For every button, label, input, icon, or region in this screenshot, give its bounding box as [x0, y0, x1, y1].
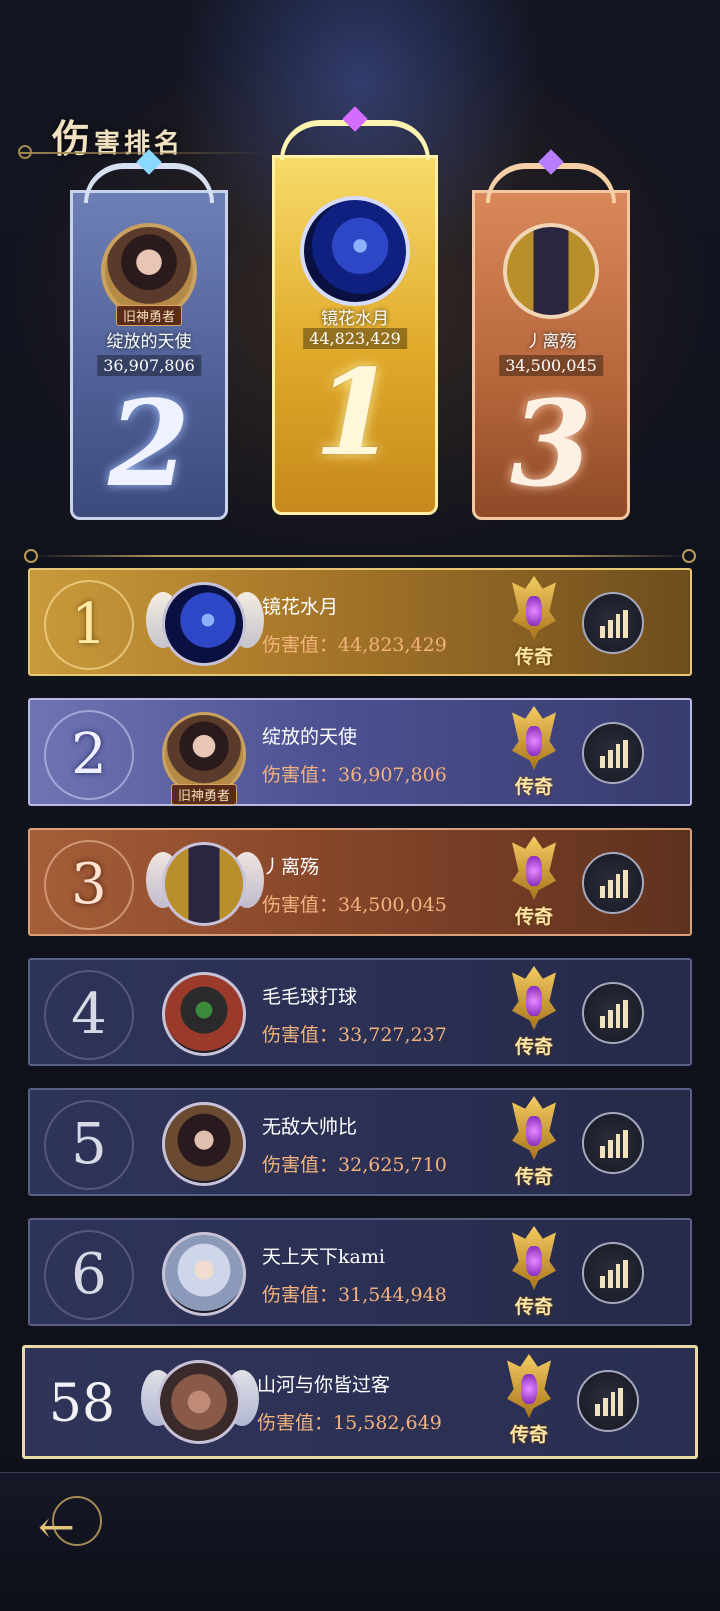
ranking-row[interactable]: 1 镜花水月 伤害值：44,823,429 传奇 — [28, 568, 692, 676]
rank-numeral: 3 — [509, 374, 593, 513]
tier-badge: 传奇 — [502, 966, 566, 1060]
player-score: 伤害值：34,500,045 — [262, 894, 447, 916]
tier-badge: 传奇 — [502, 706, 566, 800]
title-badge: 旧神勇者 — [115, 305, 183, 326]
player-name: 毛毛球打球 — [262, 986, 358, 1008]
stats-button[interactable] — [582, 982, 644, 1044]
player-name: 天上天下kami — [262, 1246, 385, 1268]
bar-chart-icon — [600, 1000, 628, 1028]
podium-third[interactable]: 丿离殇 34,500,045 3 — [472, 149, 630, 520]
rank-number: 1 — [44, 580, 134, 670]
stats-button[interactable] — [582, 1112, 644, 1174]
player-name: 丿离殇 — [262, 856, 320, 878]
rank-number: 2 — [44, 710, 134, 800]
avatar — [300, 196, 410, 306]
bar-chart-icon — [600, 1260, 628, 1288]
rank-number: 4 — [44, 970, 134, 1060]
avatar — [162, 972, 246, 1056]
player-name: 丿离殇 — [525, 332, 577, 352]
player-name: 山河与你皆过客 — [257, 1374, 391, 1396]
divider-ornament — [682, 549, 696, 563]
bar-chart-icon — [595, 1388, 623, 1416]
tier-badge: 传奇 — [502, 576, 566, 670]
avatar — [503, 223, 599, 319]
back-arrow-icon: ← — [38, 1502, 75, 1553]
player-name: 绽放的天使 — [262, 726, 358, 748]
my-ranking-row[interactable]: 58 山河与你皆过客 伤害值：15,582,649 传奇 — [22, 1345, 698, 1459]
player-score: 伤害值：33,727,237 — [262, 1024, 447, 1046]
bar-chart-icon — [600, 610, 628, 638]
tier-badge: 传奇 — [502, 836, 566, 930]
player-name: 绽放的天使 — [106, 332, 192, 352]
ranking-row[interactable]: 6 天上天下kami 伤害值：31,544,948 传奇 — [28, 1218, 692, 1326]
avatar — [162, 842, 246, 926]
player-score: 伤害值：44,823,429 — [262, 634, 447, 656]
podium-first[interactable]: 镜花水月 44,823,429 1 — [272, 106, 438, 515]
avatar — [157, 1360, 241, 1444]
avatar — [162, 1102, 246, 1186]
bar-chart-icon — [600, 870, 628, 898]
bar-chart-icon — [600, 1130, 628, 1158]
back-button[interactable]: ← — [38, 1490, 110, 1562]
bar-chart-icon — [600, 740, 628, 768]
ranking-row[interactable]: 2 旧神勇者 绽放的天使 伤害值：36,907,806 传奇 — [28, 698, 692, 806]
avatar — [162, 1232, 246, 1316]
ranking-row[interactable]: 4 毛毛球打球 伤害值：33,727,237 传奇 — [28, 958, 692, 1066]
player-score: 34,500,045 — [499, 355, 603, 376]
player-score: 伤害值：32,625,710 — [262, 1154, 447, 1176]
stats-button[interactable] — [582, 852, 644, 914]
rank-number: 58 — [48, 1374, 116, 1434]
ranking-row[interactable]: 3 丿离殇 伤害值：34,500,045 传奇 — [28, 828, 692, 936]
player-name: 无敌大帅比 — [262, 1116, 358, 1138]
tier-badge: 传奇 — [497, 1354, 561, 1448]
stats-button[interactable] — [582, 592, 644, 654]
rank-number: 5 — [44, 1100, 134, 1190]
page-title: 伤害排名 — [52, 116, 185, 161]
player-name: 镜花水月 — [262, 596, 339, 618]
rank-number: 6 — [44, 1230, 134, 1320]
title-badge: 旧神勇者 — [170, 784, 238, 805]
rank-numeral: 2 — [107, 374, 191, 513]
ranking-row[interactable]: 5 无敌大帅比 伤害值：32,625,710 传奇 — [28, 1088, 692, 1196]
player-score: 伤害值：15,582,649 — [257, 1412, 442, 1434]
divider — [30, 555, 690, 557]
player-score: 伤害值：31,544,948 — [262, 1284, 447, 1306]
tier-badge: 传奇 — [502, 1226, 566, 1320]
tier-badge: 传奇 — [502, 1096, 566, 1190]
stats-button[interactable] — [577, 1370, 639, 1432]
player-score: 36,907,806 — [97, 355, 201, 376]
rank-numeral: 1 — [313, 343, 397, 482]
rank-number: 3 — [44, 840, 134, 930]
player-score: 伤害值：36,907,806 — [262, 764, 447, 786]
stats-button[interactable] — [582, 722, 644, 784]
player-name: 镜花水月 — [321, 309, 389, 329]
avatar — [162, 582, 246, 666]
stats-button[interactable] — [582, 1242, 644, 1304]
podium-second[interactable]: 旧神勇者 绽放的天使 36,907,806 2 — [70, 149, 228, 520]
